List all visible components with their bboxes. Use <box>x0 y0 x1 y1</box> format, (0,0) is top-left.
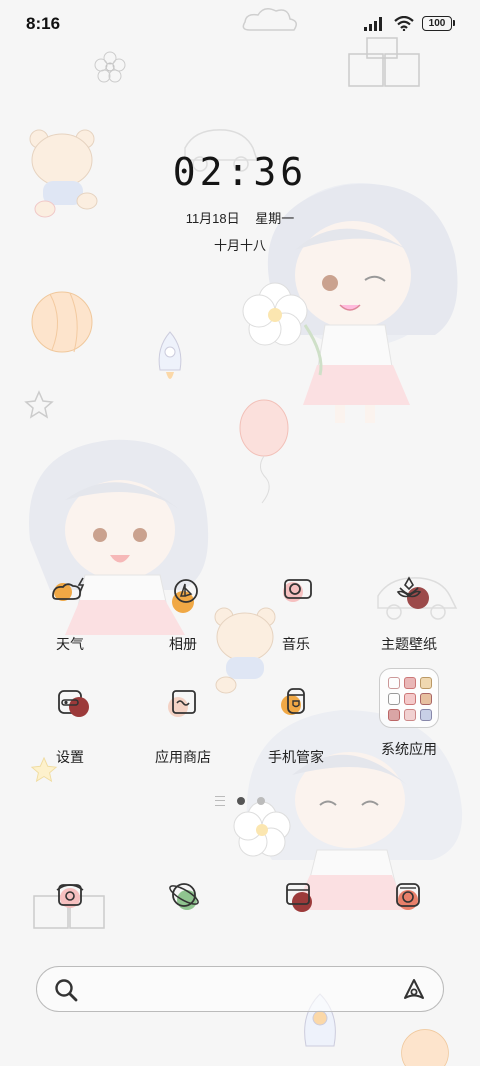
menu-lines-icon[interactable] <box>215 796 225 806</box>
ball-doodle <box>31 291 93 353</box>
clock-lunar-date: 十月十八 <box>213 238 266 253</box>
app-label: 相册 <box>169 636 197 652</box>
app-store[interactable]: 应用商店 <box>128 685 238 767</box>
assistant-icon[interactable] <box>401 977 427 1003</box>
signal-icon <box>364 16 382 31</box>
status-bar: 8:16 100 <box>0 0 480 50</box>
settings-icon <box>43 685 97 739</box>
phone-icon <box>56 884 84 908</box>
app-music[interactable]: 音乐 <box>241 572 351 654</box>
clock-date: 11月18日 <box>185 211 240 226</box>
phone-manager-icon <box>269 685 323 739</box>
clock-widget[interactable]: 02:36 11月18日 星期一 十月十八 <box>0 150 480 254</box>
status-time: 8:16 <box>26 14 61 33</box>
dock-phone[interactable] <box>43 870 97 924</box>
app-label: 设置 <box>56 749 84 765</box>
dock-camera[interactable] <box>382 870 436 924</box>
app-gallery[interactable]: 相册 <box>128 572 238 654</box>
music-icon <box>269 572 323 626</box>
dock-browser[interactable] <box>157 870 211 924</box>
app-phone-manager[interactable]: 手机管家 <box>241 685 351 767</box>
ball-doodle-2 <box>401 1029 449 1066</box>
page-indicator[interactable] <box>0 796 480 806</box>
app-label: 系统应用 <box>381 741 437 757</box>
app-label: 主题壁纸 <box>381 636 437 652</box>
messages-icon <box>286 883 312 912</box>
clock-weekday: 星期一 <box>255 211 295 226</box>
app-label: 天气 <box>56 636 84 652</box>
dock-messages[interactable] <box>272 870 326 924</box>
flower-doodle <box>94 51 126 83</box>
app-label: 应用商店 <box>155 749 211 765</box>
app-label: 音乐 <box>282 636 310 652</box>
star-doodle <box>24 390 54 419</box>
clock-time: 02:36 <box>172 150 308 194</box>
app-store-icon <box>156 685 210 739</box>
system-apps-folder-icon <box>379 668 439 728</box>
clock-date-line: 11月18日 星期一 <box>0 208 480 227</box>
page-dot-active[interactable] <box>237 797 245 805</box>
wifi-icon <box>394 16 414 31</box>
battery-icon: 100 <box>422 16 455 31</box>
camera-icon <box>396 883 420 910</box>
folder-system-apps[interactable]: 系统应用 <box>354 668 464 759</box>
app-theme[interactable]: 主题壁纸 <box>354 572 464 654</box>
gallery-icon <box>156 572 210 626</box>
page-dot[interactable] <box>257 797 265 805</box>
search-bar[interactable] <box>36 966 444 1012</box>
app-settings[interactable]: 设置 <box>15 685 125 767</box>
browser-icon <box>169 883 199 910</box>
theme-icon <box>382 572 436 626</box>
app-weather[interactable]: 天气 <box>15 572 125 654</box>
rocket-doodle <box>158 331 182 379</box>
app-label: 手机管家 <box>268 749 324 765</box>
search-icon[interactable] <box>53 977 79 1003</box>
status-icons: 100 <box>364 16 455 31</box>
weather-icon <box>43 572 97 626</box>
